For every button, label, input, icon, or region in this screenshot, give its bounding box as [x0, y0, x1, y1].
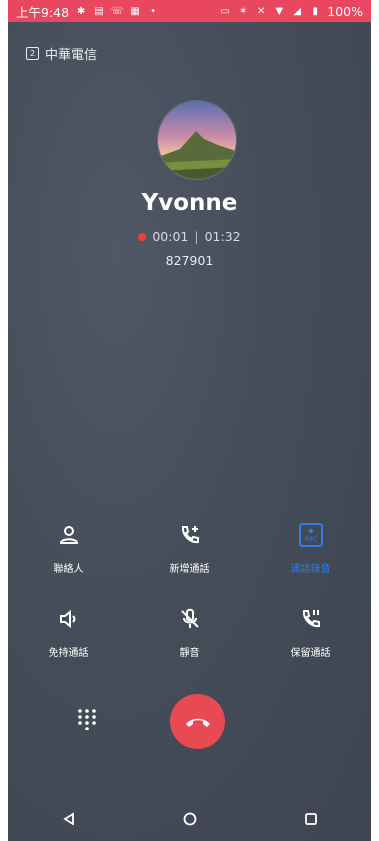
- record-call-button[interactable]: REC 通話錄音: [263, 520, 358, 575]
- action-row-2: 免持通話 靜音 保留通話: [8, 604, 371, 659]
- contact-avatar: [157, 100, 237, 180]
- gear-icon: ✱: [76, 5, 86, 17]
- hang-up-icon: [185, 718, 210, 727]
- home-icon[interactable]: [175, 804, 205, 834]
- battery-icon: ▮: [312, 5, 318, 17]
- dot-icon: •: [150, 5, 157, 17]
- rec-icon: REC: [296, 520, 326, 550]
- navigation-bar: [8, 797, 371, 841]
- end-call-button[interactable]: [170, 694, 225, 749]
- dialpad-icon[interactable]: [76, 708, 98, 731]
- add-call-icon: [175, 520, 205, 550]
- contacts-label: 聯絡人: [53, 564, 84, 575]
- record-call-label: 通話錄音: [290, 564, 331, 575]
- call-duration: 01:32: [204, 229, 241, 244]
- back-icon[interactable]: [54, 804, 84, 834]
- add-call-label: 新增通話: [169, 564, 210, 575]
- hold-icon: [296, 604, 326, 634]
- bluetooth-icon: ✶: [239, 5, 248, 17]
- mic-off-icon: [175, 604, 205, 634]
- phone-number: 827901: [165, 253, 214, 268]
- mute-button[interactable]: 靜音: [142, 604, 237, 659]
- calendar-icon: ▤: [94, 5, 104, 17]
- contacts-button[interactable]: 聯絡人: [21, 520, 116, 575]
- sim-badge: 2: [26, 47, 39, 60]
- contact-icon: [54, 520, 84, 550]
- add-call-button[interactable]: 新增通話: [142, 520, 237, 575]
- action-row-1: 聯絡人 新增通話 REC 通話錄音: [8, 520, 371, 575]
- call-controls: [8, 694, 371, 749]
- svg-text:REC: REC: [304, 536, 316, 543]
- battery-percent: 100%: [327, 3, 363, 19]
- status-time: 上午9:48: [16, 4, 70, 20]
- sim-indicator: 2 中華電信: [26, 44, 97, 63]
- wifi-icon: ▼: [275, 5, 284, 17]
- calendar-31-icon: ▦: [130, 5, 140, 17]
- status-bar: 上午9:48 ✱ ▤ ☏ ▦ • ▭ ✶ ✕ ▼ ◢ ▮ 100%: [8, 0, 371, 22]
- recording-dot-icon: [138, 232, 147, 241]
- hold-label: 保留通話: [290, 648, 331, 659]
- carrier-name: 中華電信: [45, 48, 98, 63]
- mute-label: 靜音: [179, 648, 200, 659]
- nfc-icon: ▭: [220, 5, 230, 17]
- speaker-label: 免持通話: [48, 648, 89, 659]
- hold-button[interactable]: 保留通話: [263, 604, 358, 659]
- mute-icon: ✕: [257, 5, 266, 17]
- recents-icon[interactable]: [296, 804, 326, 834]
- speaker-button[interactable]: 免持通話: [21, 604, 116, 659]
- phone-icon: ☏: [110, 5, 124, 17]
- speaker-icon: [54, 604, 84, 634]
- call-screen: 上午9:48 ✱ ▤ ☏ ▦ • ▭ ✶ ✕ ▼ ◢ ▮ 100% 2 中華電信: [8, 0, 371, 841]
- signal-icon: ◢: [293, 5, 302, 17]
- elapsed-time: 00:01: [152, 229, 189, 244]
- timer-separator: |: [194, 229, 199, 244]
- call-timer: 00:01 | 01:32: [8, 229, 371, 244]
- contact-name: Yvonne: [141, 190, 238, 216]
